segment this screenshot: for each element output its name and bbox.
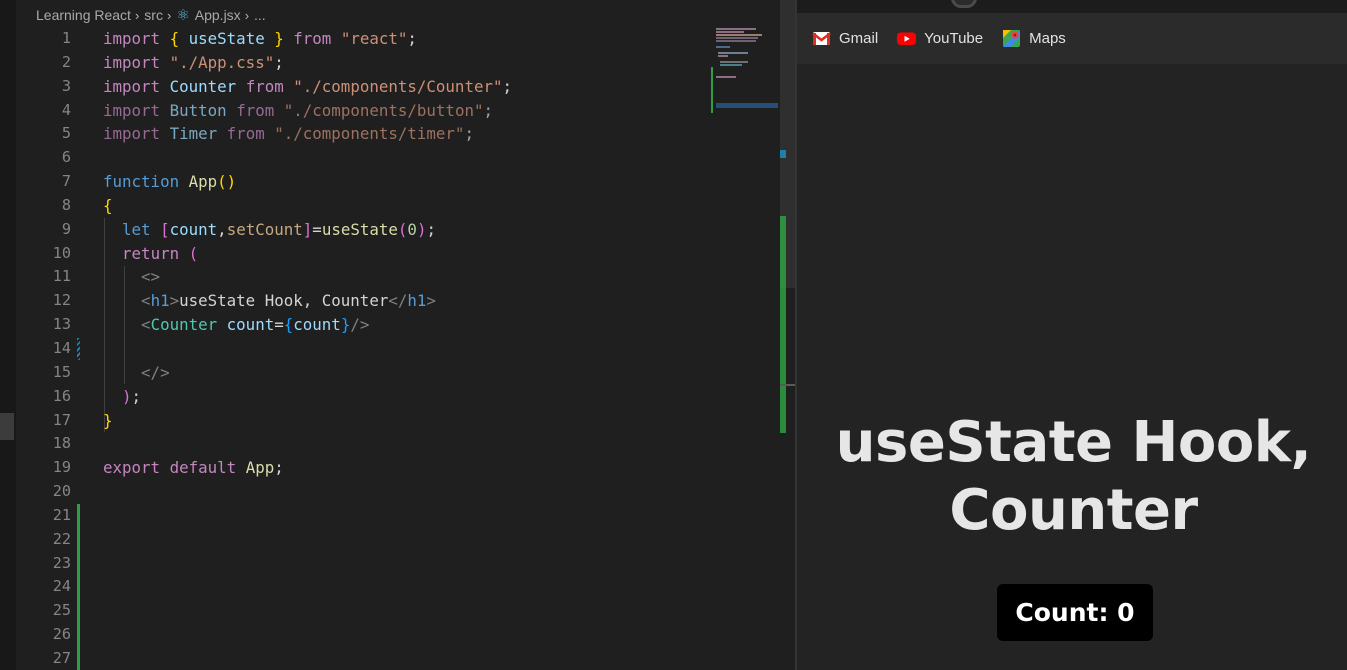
minimap-line [716,76,736,78]
minimap-viewport-highlight [716,103,778,108]
code-line-10: return ( [122,243,199,263]
line-number: 23 [52,553,71,572]
line-number: 1 [61,29,71,47]
browser-tabstrip [797,0,1347,13]
chevron-right-icon: › [166,7,172,23]
code-line-17: } [103,410,113,430]
minimap-git-marker [711,67,713,113]
minimap-line [716,46,730,48]
code-line-3: import Counter from "./components/Counte… [103,76,512,96]
maps-icon [1002,29,1021,48]
code-line-2: import "./App.css"; [103,52,284,72]
git-added-indicator[interactable] [77,504,80,670]
line-number: 12 [52,291,71,310]
line-number: 22 [52,529,71,548]
line-number-gutter: 1 2 3 4 5 6 7 8 9 10 11 12 13 14 15 16 17 18 19 20 21 22 23 24 2… [16,27,76,670]
line-number: 10 [52,243,71,262]
bookmark-label: YouTube [924,30,984,47]
code-area[interactable]: import { useState } from "react"; import… [103,27,703,480]
scrollbar-modified-marker [780,150,786,158]
scrollbar-cursor-marker [780,384,795,386]
minimap-line [718,55,728,57]
git-modified-indicator[interactable] [77,338,80,360]
minimap-line [720,64,742,66]
line-number: 17 [52,410,71,429]
chevron-right-icon: › [244,7,250,23]
minimap-line [716,31,744,33]
vertical-scrollbar[interactable] [780,0,795,670]
code-line-7: function App() [103,172,237,192]
minimap-line [716,34,762,36]
code-line-19: export default App; [103,458,284,478]
bookmark-label: Maps [1029,30,1066,47]
code-line-16: ); [122,386,142,406]
line-number: 21 [52,505,71,524]
line-number: 6 [61,148,71,167]
line-number: 4 [61,100,71,119]
line-number: 19 [52,458,71,477]
line-number: 18 [52,434,71,453]
gmail-icon [812,29,831,48]
activity-bar [0,0,16,670]
bookmark-youtube[interactable]: YouTube [897,29,983,48]
line-number: 14 [52,338,71,357]
line-number: 3 [61,76,71,95]
bookmark-maps[interactable]: Maps [1002,29,1066,48]
browser-window: Gmail YouTube Maps useState Hook, Counter… [795,0,1347,670]
bookmark-gmail[interactable]: Gmail [812,29,878,48]
minimap-line [716,40,756,42]
minimap-line [718,52,748,54]
code-line-12: <h1>useState Hook, Counter</h1> [141,291,436,311]
line-number: 2 [61,52,71,71]
minimap[interactable] [708,27,780,122]
line-number: 20 [52,482,71,501]
breadcrumb-item-src[interactable]: src [144,7,163,23]
line-number: 16 [52,386,71,405]
code-line-13: <Counter count={count}/> [141,315,370,335]
line-number: 15 [52,362,71,381]
code-line-4: import Button from "./components/button"… [103,100,493,120]
line-number: 27 [52,648,71,667]
code-line-15: </> [141,362,170,382]
code-line-9: let [count,setCount]=useState(0); [122,219,436,239]
code-line-8: { [103,195,113,215]
breadcrumb-item-symbol[interactable]: ... [254,7,266,23]
line-number: 8 [61,195,71,214]
line-number: 25 [52,601,71,620]
minimap-line [720,61,748,63]
line-number: 7 [61,172,71,191]
minimap-line [716,37,758,39]
breadcrumb: Learning React › src › ⚛ App.jsx › ... [36,4,266,26]
chevron-right-icon: › [134,7,140,23]
code-line-5: import Timer from "./components/timer"; [103,124,474,144]
code-line-11: <> [141,267,161,287]
line-number: 5 [61,124,71,143]
activity-bar-indicator [0,413,14,440]
breadcrumb-item-folder[interactable]: Learning React [36,7,131,23]
react-file-icon: ⚛ [176,7,190,24]
breadcrumb-item-file[interactable]: App.jsx [195,7,241,23]
scrollbar-added-marker [780,216,786,433]
bookmark-label: Gmail [839,30,879,47]
browser-tab-button[interactable] [951,0,977,8]
line-number: 24 [52,577,71,596]
line-number: 11 [52,267,71,286]
page-heading: useState Hook, Counter [835,410,1312,543]
minimap-line [716,28,756,30]
counter-display: Count: 0 [997,584,1153,641]
line-number: 9 [61,219,71,238]
line-number: 26 [52,625,71,644]
page-viewport: useState Hook, Counter Count: 0 [797,64,1347,670]
code-line-1: import { useState } from "react"; [103,29,417,48]
code-editor[interactable]: Learning React › src › ⚛ App.jsx › ... 1… [0,0,795,670]
youtube-icon [897,29,917,48]
line-number: 13 [52,315,71,334]
bookmarks-bar: Gmail YouTube Maps [797,13,1347,64]
